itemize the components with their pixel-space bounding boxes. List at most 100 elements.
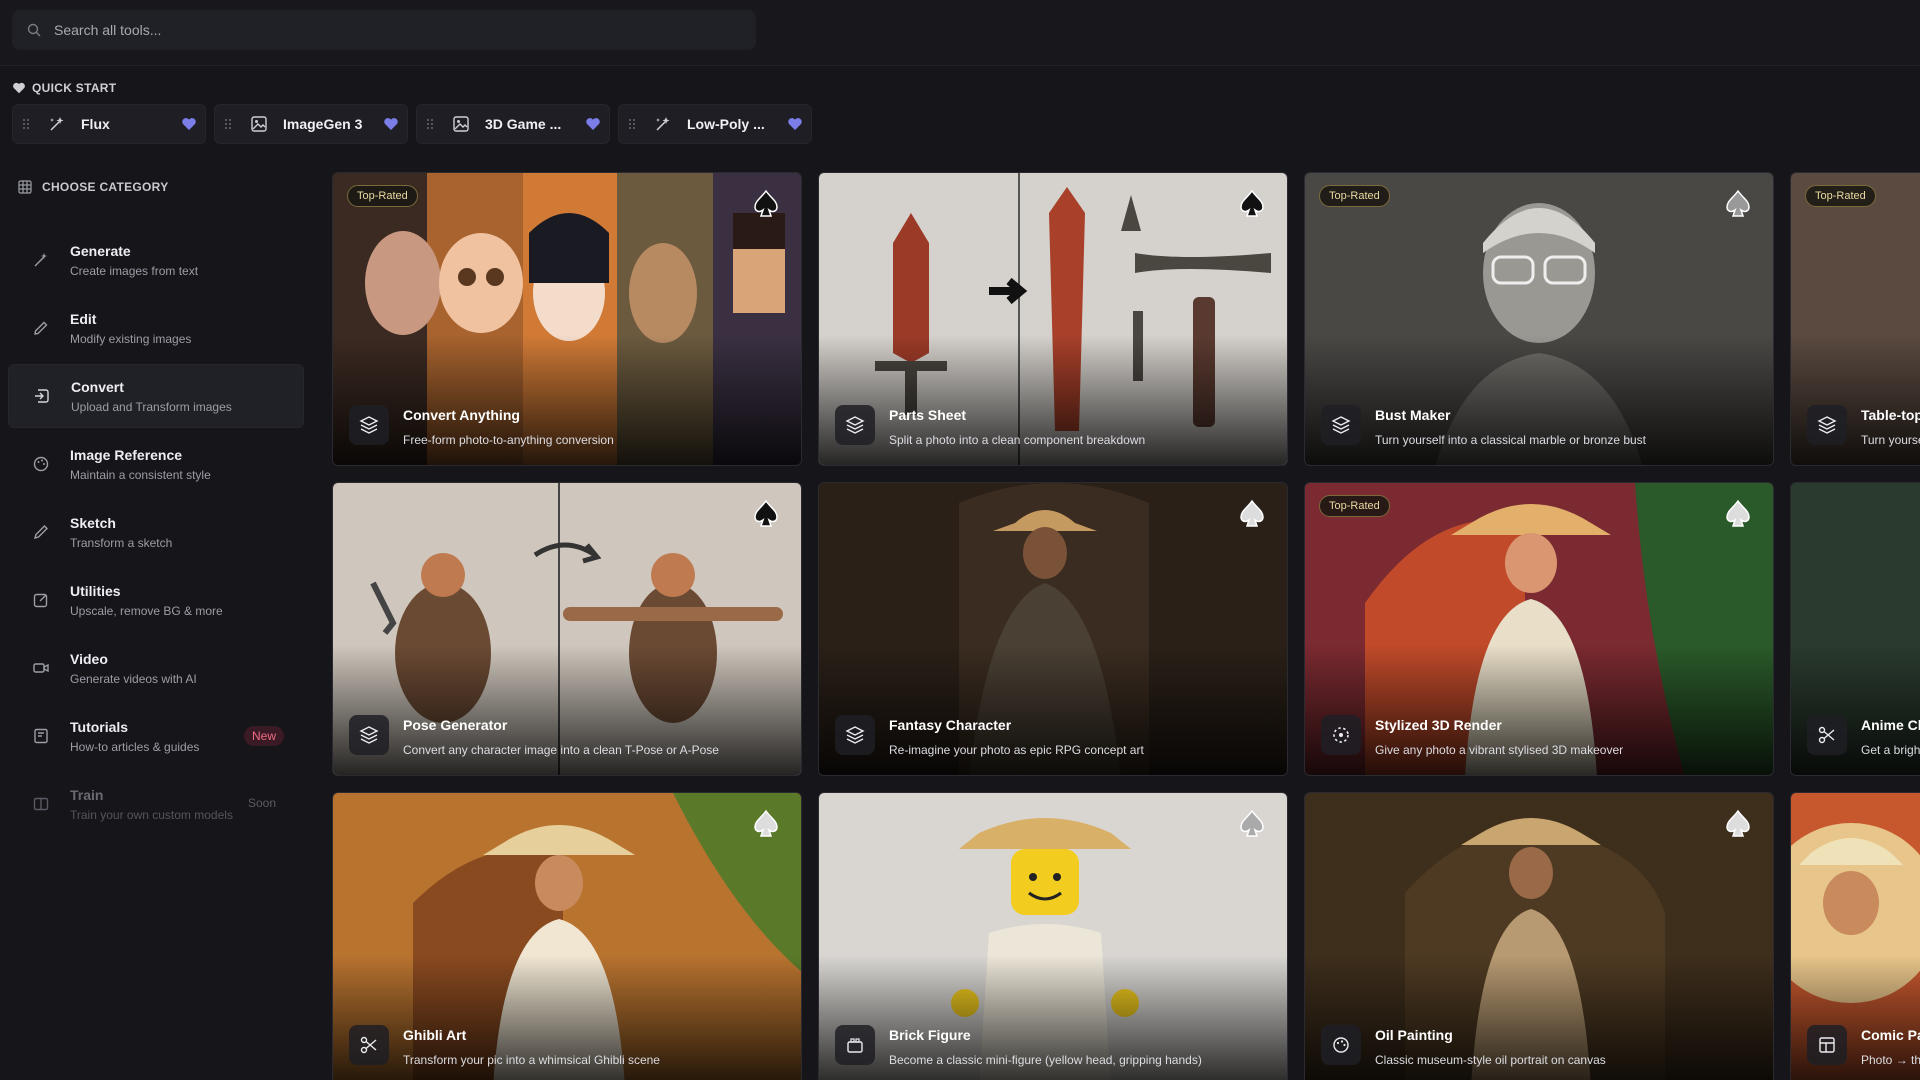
layers-icon	[349, 715, 389, 755]
pencil-icon	[32, 319, 50, 337]
card-description: Re-imagine your photo as epic RPG concep…	[889, 743, 1144, 757]
convert-icon	[33, 387, 51, 405]
sidebar-item-desc: Generate videos with AI	[70, 671, 197, 686]
sidebar-item-label: Video	[70, 650, 108, 667]
card-title: Ghibli Art	[403, 1027, 467, 1043]
tool-card-convert-anything[interactable]: Top-Rated Convert Anything Free-form pho…	[332, 172, 802, 466]
card-description: Free-form photo-to-anything conversion	[403, 433, 614, 447]
spade-icon	[1240, 809, 1264, 837]
pen-icon	[32, 523, 50, 541]
spade-icon	[1726, 189, 1750, 217]
sidebar-item-label: Convert	[71, 378, 124, 395]
layout-icon	[1807, 1025, 1847, 1065]
tool-card-ghibli-art[interactable]: Ghibli Art Transform your pic into a whi…	[332, 792, 802, 1080]
favorite-heart-icon[interactable]	[383, 116, 399, 132]
spade-icon	[1726, 809, 1750, 837]
drag-handle-icon[interactable]	[19, 118, 33, 130]
top-rated-badge: Top-Rated	[347, 185, 418, 207]
quick-start-item-3d-game[interactable]: 3D Game ...	[416, 104, 610, 144]
quick-start-item-imagegen-3[interactable]: ImageGen 3	[214, 104, 408, 144]
quick-start-item-low-poly[interactable]: Low-Poly ...	[618, 104, 812, 144]
tool-card-fantasy-character[interactable]: Fantasy Character Re-imagine your photo …	[818, 482, 1288, 776]
favorite-heart-icon[interactable]	[585, 116, 601, 132]
soon-badge: Soon	[247, 796, 276, 810]
sidebar-item-desc: Transform a sketch	[70, 535, 173, 550]
search-icon	[27, 23, 41, 37]
sidebar-item-desc: Create images from text	[70, 263, 199, 278]
sparkle-wand-icon	[653, 114, 673, 134]
card-description: Become a classic mini-figure (yellow hea…	[889, 1053, 1202, 1067]
sidebar-item-sketch[interactable]: Sketch Transform a sketch	[8, 500, 304, 564]
card-description: Classic museum-style oil portrait on can…	[1375, 1053, 1606, 1067]
quick-start-item-flux[interactable]: Flux	[12, 104, 206, 144]
card-title: Fantasy Character	[889, 717, 1012, 733]
layers-icon	[835, 405, 875, 445]
card-description: Turn yourself into a classical marble or…	[1375, 433, 1647, 447]
card-description: Photo → th	[1861, 1053, 1920, 1067]
tool-card-anime-character[interactable]: Anime Ch Get a brigh	[1790, 482, 1920, 776]
sidebar-item-tutorials[interactable]: Tutorials How-to articles & guides New	[8, 704, 304, 768]
drag-handle-icon[interactable]	[221, 118, 235, 130]
card-title: Stylized 3D Render	[1375, 717, 1502, 733]
tool-card-parts-sheet[interactable]: Parts Sheet Split a photo into a clean c…	[818, 172, 1288, 466]
card-title: Oil Painting	[1375, 1027, 1453, 1043]
card-title: Parts Sheet	[889, 407, 967, 423]
sidebar-item-label: Generate	[70, 242, 131, 259]
sidebar-item-label: Sketch	[70, 514, 116, 531]
sidebar-item-label: Image Reference	[70, 446, 183, 463]
spade-icon	[754, 189, 778, 217]
tool-card-comic-panel[interactable]: Comic Pa Photo → th	[1790, 792, 1920, 1080]
tool-card-oil-painting[interactable]: Oil Painting Classic museum-style oil po…	[1304, 792, 1774, 1080]
tool-card-bust-maker[interactable]: Top-Rated Bust Maker Turn yourself into …	[1304, 172, 1774, 466]
spade-icon	[1240, 189, 1264, 217]
sidebar-item-train: Train Train your own custom models Soon	[8, 772, 304, 836]
favorite-heart-icon[interactable]	[181, 116, 197, 132]
spade-icon	[1240, 499, 1264, 527]
sidebar-item-label: Tutorials	[70, 718, 129, 735]
card-title: Anime Ch	[1861, 717, 1920, 733]
tool-card-grid: Top-Rated Convert Anything Free-form pho…	[332, 172, 1920, 1080]
train-icon	[32, 795, 50, 813]
tool-card-brick-figure[interactable]: Brick Figure Become a classic mini-figur…	[818, 792, 1288, 1080]
sidebar-item-label: Edit	[70, 310, 97, 327]
drag-handle-icon[interactable]	[625, 118, 639, 130]
layers-icon	[1321, 405, 1361, 445]
sidebar-item-desc: Modify existing images	[70, 331, 192, 346]
tool-card-pose-generator[interactable]: Pose Generator Convert any character ima…	[332, 482, 802, 776]
spade-icon	[754, 809, 778, 837]
top-bar	[0, 0, 1920, 66]
sidebar-item-video[interactable]: Video Generate videos with AI	[8, 636, 304, 700]
sidebar-item-edit[interactable]: Edit Modify existing images	[8, 296, 304, 360]
quick-start-label: Flux	[81, 116, 110, 132]
new-badge: New	[243, 726, 284, 746]
palette-icon	[1321, 1025, 1361, 1065]
quick-start-label: Low-Poly ...	[687, 116, 765, 132]
search-input[interactable]	[54, 22, 714, 38]
favorite-heart-icon[interactable]	[787, 116, 803, 132]
tool-card-stylized-3d-render[interactable]: Top-Rated Stylized 3D Render Give any ph…	[1304, 482, 1774, 776]
brick-icon	[835, 1025, 875, 1065]
sidebar-item-generate[interactable]: Generate Create images from text	[8, 228, 304, 292]
spade-icon	[1726, 499, 1750, 527]
image-icon	[249, 114, 269, 134]
card-description: Transform your pic into a whimsical Ghib…	[403, 1053, 660, 1067]
scissors-icon	[349, 1025, 389, 1065]
category-sidebar: CHOOSE CATEGORY Generate Create images fr…	[0, 172, 312, 1080]
sidebar-item-desc: Upscale, remove BG & more	[70, 603, 223, 618]
card-title: Comic Pa	[1861, 1027, 1920, 1043]
sidebar-item-image-reference[interactable]: Image Reference Maintain a consistent sty…	[8, 432, 304, 496]
sidebar-item-utilities[interactable]: Utilities Upscale, remove BG & more	[8, 568, 304, 632]
quick-start-label: 3D Game ...	[485, 116, 562, 132]
card-title: Bust Maker	[1375, 407, 1451, 423]
card-title: Convert Anything	[403, 407, 520, 423]
sidebar-item-desc: Maintain a consistent style	[70, 467, 211, 482]
choose-category-header: CHOOSE CATEGORY	[18, 180, 169, 194]
tool-card-table-top[interactable]: Top-Rated Table-top Turn yourse	[1790, 172, 1920, 466]
drag-handle-icon[interactable]	[423, 118, 437, 130]
grid-icon	[18, 180, 32, 194]
category-nav: Generate Create images from text Edit Modi…	[8, 228, 304, 840]
card-title: Brick Figure	[889, 1027, 971, 1043]
search-bar[interactable]	[12, 10, 756, 50]
sidebar-item-convert[interactable]: Convert Upload and Transform images	[8, 364, 304, 428]
sparkle-wand-icon	[47, 114, 67, 134]
